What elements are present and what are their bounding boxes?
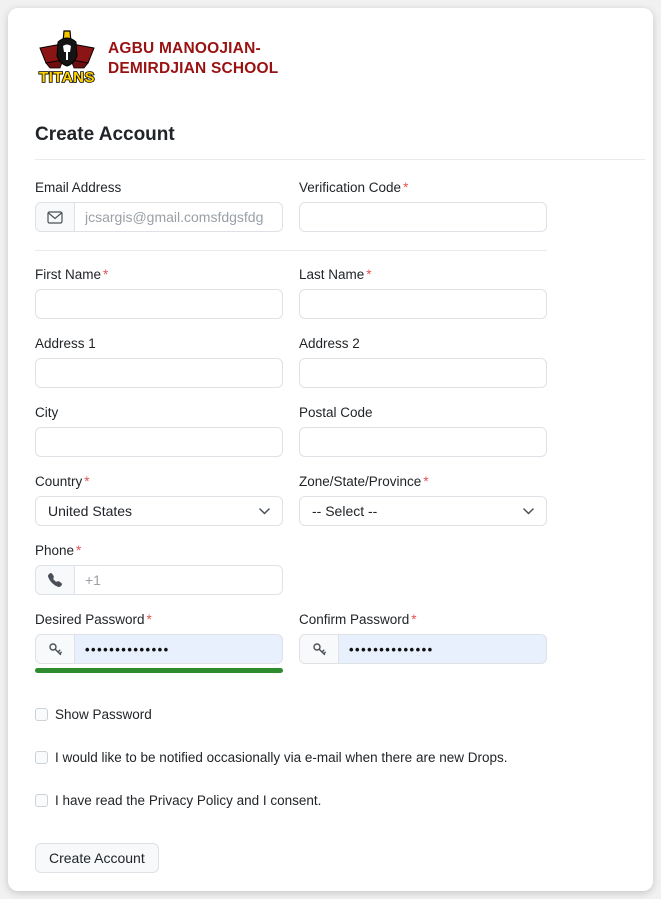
address2-label: Address 2 [299, 336, 547, 351]
address1-label: Address 1 [35, 336, 283, 351]
notify-row: I would like to be notified occasionally… [35, 750, 633, 765]
phone-input[interactable] [75, 565, 283, 595]
first-name-input[interactable] [35, 289, 283, 319]
show-password-row: Show Password [35, 707, 633, 722]
required-asterisk: * [103, 267, 108, 282]
create-account-card: TITANS AGBU MANOOJIAN- DEMIRDJIAN SCHOOL… [8, 8, 653, 891]
verification-code-label: Verification Code* [299, 180, 547, 195]
school-name-line2: DEMIRDJIAN SCHOOL [108, 59, 278, 79]
show-password-label: Show Password [55, 707, 152, 722]
required-asterisk: * [411, 612, 416, 627]
school-name-line1: AGBU MANOOJIAN- [108, 39, 278, 59]
phone-icon [35, 565, 75, 595]
create-account-button[interactable]: Create Account [35, 843, 159, 873]
titans-logo-icon: TITANS [36, 30, 98, 88]
zone-label: Zone/State/Province* [299, 474, 547, 489]
required-asterisk: * [147, 612, 152, 627]
phone-label: Phone* [35, 543, 283, 558]
city-input[interactable] [35, 427, 283, 457]
privacy-policy-link[interactable]: Privacy Policy [149, 793, 233, 808]
required-asterisk: * [84, 474, 89, 489]
notify-checkbox[interactable] [35, 751, 48, 764]
email-input[interactable] [75, 202, 283, 232]
postal-code-label: Postal Code [299, 405, 547, 420]
password-strength-bar [35, 668, 283, 673]
titans-wordmark: TITANS [39, 69, 95, 86]
verification-code-input[interactable] [299, 202, 547, 232]
last-name-label: Last Name* [299, 267, 547, 282]
zone-select[interactable]: -- Select -- [299, 496, 547, 526]
school-name: AGBU MANOOJIAN- DEMIRDJIAN SCHOOL [108, 39, 278, 79]
first-name-label: First Name* [35, 267, 283, 282]
privacy-row: I have read the Privacy Policy and I con… [35, 793, 633, 808]
section-divider [35, 250, 547, 251]
required-asterisk: * [423, 474, 428, 489]
page-title: Create Account [35, 124, 633, 146]
envelope-icon [35, 202, 75, 232]
postal-code-input[interactable] [299, 427, 547, 457]
address1-input[interactable] [35, 358, 283, 388]
city-label: City [35, 405, 283, 420]
privacy-label: I have read the Privacy Policy and I con… [55, 793, 321, 808]
desired-password-input[interactable] [75, 634, 283, 664]
required-asterisk: * [76, 543, 81, 558]
address2-input[interactable] [299, 358, 547, 388]
confirm-password-input[interactable] [339, 634, 547, 664]
notify-label: I would like to be notified occasionally… [55, 750, 507, 765]
email-label: Email Address [35, 180, 283, 195]
key-icon [299, 634, 339, 664]
school-logo: TITANS AGBU MANOOJIAN- DEMIRDJIAN SCHOOL [36, 30, 633, 88]
chevron-down-icon [523, 508, 534, 515]
show-password-checkbox[interactable] [35, 708, 48, 721]
country-selected-value: United States [48, 503, 132, 519]
last-name-input[interactable] [299, 289, 547, 319]
required-asterisk: * [403, 180, 408, 195]
create-account-form: Email Address Verification Code* First N… [35, 180, 547, 673]
required-asterisk: * [366, 267, 371, 282]
key-icon [35, 634, 75, 664]
desired-password-label: Desired Password* [35, 612, 283, 627]
chevron-down-icon [259, 508, 270, 515]
privacy-checkbox[interactable] [35, 794, 48, 807]
zone-selected-value: -- Select -- [312, 503, 377, 519]
country-select[interactable]: United States [35, 496, 283, 526]
confirm-password-label: Confirm Password* [299, 612, 547, 627]
heading-divider [35, 159, 645, 160]
country-label: Country* [35, 474, 283, 489]
